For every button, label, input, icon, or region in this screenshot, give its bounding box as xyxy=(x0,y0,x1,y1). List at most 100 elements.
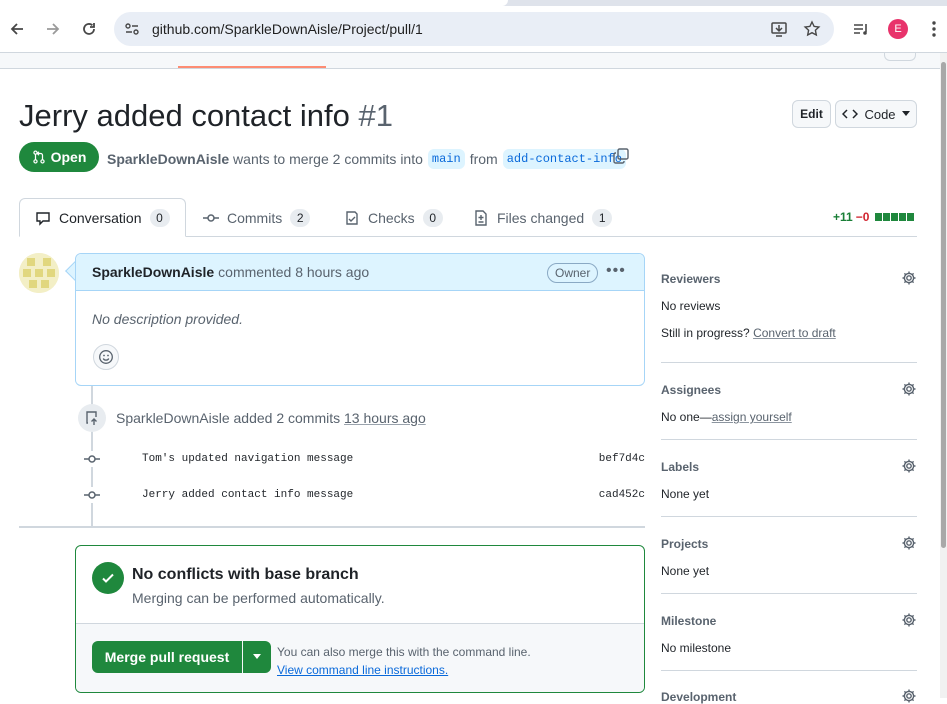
list-item: Tom's updated navigation message bef7d4c xyxy=(84,449,645,469)
add-reaction-button[interactable] xyxy=(93,344,119,370)
gear-icon[interactable] xyxy=(901,270,917,286)
avatar[interactable] xyxy=(19,253,59,293)
tab-commits[interactable]: Commits 2 xyxy=(203,198,311,237)
menu-kebab-icon[interactable] xyxy=(922,17,946,41)
merge-status-subtitle: Merging can be performed automatically. xyxy=(132,590,385,606)
sidebar-value: None yet xyxy=(661,487,710,501)
copy-branch-icon[interactable] xyxy=(612,147,630,165)
event-action: added 2 commits xyxy=(233,410,341,426)
reading-list-icon[interactable] xyxy=(849,17,873,41)
file-diff-icon xyxy=(475,209,487,226)
sidebar-divider xyxy=(661,516,917,517)
scrollbar-thumb[interactable] xyxy=(941,62,946,548)
tab-conversation[interactable]: Conversation 0 xyxy=(19,198,186,237)
install-app-icon[interactable] xyxy=(767,17,791,41)
address-bar[interactable]: github.com/SparkleDownAisle/Project/pull… xyxy=(114,12,834,46)
reload-icon[interactable] xyxy=(77,17,101,41)
commit-sha[interactable]: bef7d4c xyxy=(599,453,645,465)
merge-actions: Merge pull request You can also merge th… xyxy=(76,623,644,692)
merge-status-title: No conflicts with base branch xyxy=(132,566,359,583)
code-button-label: Code xyxy=(864,106,896,122)
tab-label: Commits xyxy=(227,209,283,226)
forward-arrow-icon[interactable] xyxy=(41,17,65,41)
gear-icon[interactable] xyxy=(901,612,917,628)
commit-message[interactable]: Tom's updated navigation message xyxy=(142,453,353,465)
active-browser-tab[interactable] xyxy=(0,0,508,6)
gear-icon[interactable] xyxy=(901,688,917,704)
tab-label: Files changed xyxy=(497,209,585,226)
back-arrow-icon[interactable] xyxy=(5,17,29,41)
commit-sha[interactable]: cad452c xyxy=(599,489,645,501)
head-branch[interactable]: add-contact-info xyxy=(502,149,626,169)
merge-box: No conflicts with base branch Merging ca… xyxy=(75,545,645,693)
bookmark-star-icon[interactable] xyxy=(800,17,824,41)
gear-icon[interactable] xyxy=(901,535,917,551)
smiley-icon xyxy=(99,350,113,364)
convert-to-draft-link[interactable]: Convert to draft xyxy=(753,326,836,340)
merge-hint: You can also merge this with the command… xyxy=(277,643,531,679)
pr-title-text: Jerry added contact info xyxy=(19,98,350,133)
repo-nav xyxy=(0,53,947,69)
tab-counter: 0 xyxy=(422,208,443,227)
comment-author[interactable]: SparkleDownAisle xyxy=(92,264,214,280)
tab-label: Checks xyxy=(368,209,415,226)
sidebar-heading[interactable]: Reviewers xyxy=(661,272,917,286)
event-timestamp[interactable]: 13 hours ago xyxy=(344,410,426,426)
tab-strip xyxy=(0,0,947,6)
pr-author-link[interactable]: SparkleDownAisle xyxy=(107,151,229,167)
sidebar-heading[interactable]: Assignees xyxy=(661,383,917,397)
profile-avatar[interactable]: E xyxy=(888,19,908,39)
site-info-icon[interactable] xyxy=(122,19,142,39)
comment-icon xyxy=(36,211,50,226)
sidebar-heading[interactable]: Labels xyxy=(661,460,917,474)
sidebar-milestone: Milestone No milestone xyxy=(661,612,917,655)
comment-options-icon[interactable]: ••• xyxy=(606,262,626,280)
sidebar-divider xyxy=(661,439,917,440)
diffstat: +11 −0 xyxy=(833,210,915,224)
sidebar-heading[interactable]: Development xyxy=(661,690,917,704)
tab-counter: 0 xyxy=(149,208,170,227)
merge-description: wants to merge 2 commits into xyxy=(233,151,423,167)
deletions-count: −0 xyxy=(855,210,870,224)
commit-icon xyxy=(203,213,219,222)
draft-hint: Still in progress? Convert to draft xyxy=(661,326,917,340)
browser-chrome: github.com/SparkleDownAisle/Project/pull… xyxy=(0,0,947,58)
owner-badge: Owner xyxy=(547,263,599,283)
pull-request-icon xyxy=(32,150,45,164)
repo-nav-button[interactable] xyxy=(884,53,916,61)
sidebar-value: No milestone xyxy=(661,641,732,655)
gear-icon[interactable] xyxy=(901,381,917,397)
sidebar-heading[interactable]: Projects xyxy=(661,537,917,551)
commit-message[interactable]: Jerry added contact info message xyxy=(142,489,353,501)
edit-title-button[interactable]: Edit xyxy=(792,100,831,128)
assign-yourself-link[interactable]: assign yourself xyxy=(712,410,792,424)
gear-icon[interactable] xyxy=(901,458,917,474)
caret-down-icon xyxy=(253,654,261,659)
pr-description-comment: SparkleDownAisle commented 8 hours ago O… xyxy=(75,253,645,386)
timeline-divider xyxy=(19,526,645,528)
merge-pull-request-button[interactable]: Merge pull request xyxy=(92,641,242,673)
sidebar-assignees: Assignees No one—assign yourself xyxy=(661,381,917,424)
diffstat-bar xyxy=(874,213,915,221)
from-text: from xyxy=(469,151,498,167)
merge-options-dropdown[interactable] xyxy=(243,641,271,673)
base-branch[interactable]: main xyxy=(427,149,465,169)
tab-checks[interactable]: Checks 0 xyxy=(344,198,443,237)
code-dropdown-button[interactable]: Code xyxy=(835,100,917,128)
command-line-instructions-link[interactable]: View command line instructions. xyxy=(277,663,448,677)
tab-files-changed[interactable]: Files changed 1 xyxy=(473,198,613,237)
draft-hint-text: Still in progress? xyxy=(661,326,750,340)
page-title: Jerry added contact info #1 xyxy=(19,98,393,134)
tab-counter: 2 xyxy=(290,208,311,227)
sidebar-development: Development xyxy=(661,688,917,704)
url-text: github.com/SparkleDownAisle/Project/pull… xyxy=(152,21,423,37)
sidebar-heading[interactable]: Milestone xyxy=(661,614,917,628)
sidebar-divider xyxy=(661,593,917,594)
comment-timestamp[interactable]: commented 8 hours ago xyxy=(218,264,369,280)
pr-number: #1 xyxy=(358,98,393,133)
sidebar-divider xyxy=(661,362,917,363)
event-actor[interactable]: SparkleDownAisle xyxy=(116,410,230,426)
commits-added-event: SparkleDownAisle added 2 commits 13 hour… xyxy=(116,410,426,426)
repo-push-icon xyxy=(78,404,106,432)
pr-state-badge: Open xyxy=(19,142,99,172)
